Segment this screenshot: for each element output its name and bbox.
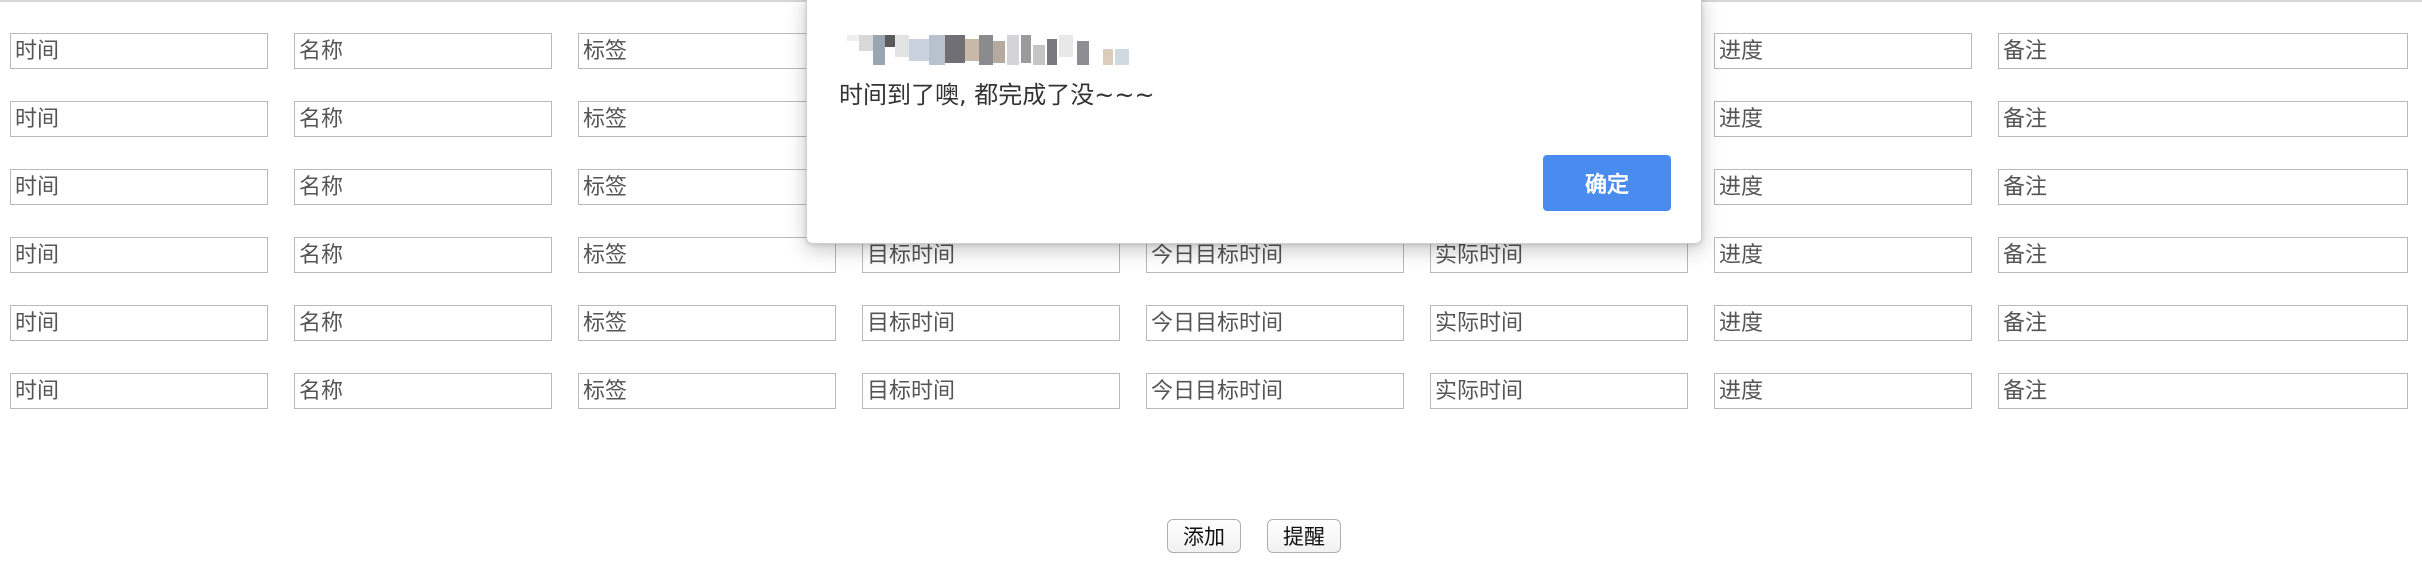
tag-input[interactable] xyxy=(578,305,836,341)
tag-input[interactable] xyxy=(578,373,836,409)
progress-input[interactable] xyxy=(1714,373,1972,409)
tag-input[interactable] xyxy=(578,101,836,137)
progress-input[interactable] xyxy=(1714,169,1972,205)
time-input[interactable] xyxy=(10,101,268,137)
today-target-time-input[interactable] xyxy=(1146,373,1404,409)
today-target-time-input[interactable] xyxy=(1146,305,1404,341)
ok-button[interactable]: 确定 xyxy=(1543,155,1671,211)
alert-dialog: 时间到了噢, 都完成了没~~~ 确定 xyxy=(806,0,1702,244)
actual-time-input[interactable] xyxy=(1430,373,1688,409)
progress-input[interactable] xyxy=(1714,101,1972,137)
progress-input[interactable] xyxy=(1714,33,1972,69)
remark-input[interactable] xyxy=(1998,305,2408,341)
time-input[interactable] xyxy=(10,237,268,273)
time-input[interactable] xyxy=(10,305,268,341)
time-input[interactable] xyxy=(10,33,268,69)
tag-input[interactable] xyxy=(578,169,836,205)
remark-input[interactable] xyxy=(1998,237,2408,273)
actual-time-input[interactable] xyxy=(1430,305,1688,341)
progress-input[interactable] xyxy=(1714,237,1972,273)
remark-input[interactable] xyxy=(1998,33,2408,69)
time-input[interactable] xyxy=(10,373,268,409)
name-input[interactable] xyxy=(294,169,552,205)
remark-input[interactable] xyxy=(1998,101,2408,137)
name-input[interactable] xyxy=(294,373,552,409)
remark-input[interactable] xyxy=(1998,373,2408,409)
add-button[interactable]: 添加 xyxy=(1167,519,1241,553)
remark-input[interactable] xyxy=(1998,169,2408,205)
target-time-input[interactable] xyxy=(862,305,1120,341)
target-time-input[interactable] xyxy=(862,373,1120,409)
remind-button[interactable]: 提醒 xyxy=(1267,519,1341,553)
tag-input[interactable] xyxy=(578,237,836,273)
name-input[interactable] xyxy=(294,33,552,69)
alert-message: 时间到了噢, 都完成了没~~~ xyxy=(839,81,1155,109)
time-input[interactable] xyxy=(10,169,268,205)
tag-input[interactable] xyxy=(578,33,836,69)
name-input[interactable] xyxy=(294,305,552,341)
name-input[interactable] xyxy=(294,101,552,137)
progress-input[interactable] xyxy=(1714,305,1972,341)
dialog-origin-blurred xyxy=(847,35,1187,73)
name-input[interactable] xyxy=(294,237,552,273)
